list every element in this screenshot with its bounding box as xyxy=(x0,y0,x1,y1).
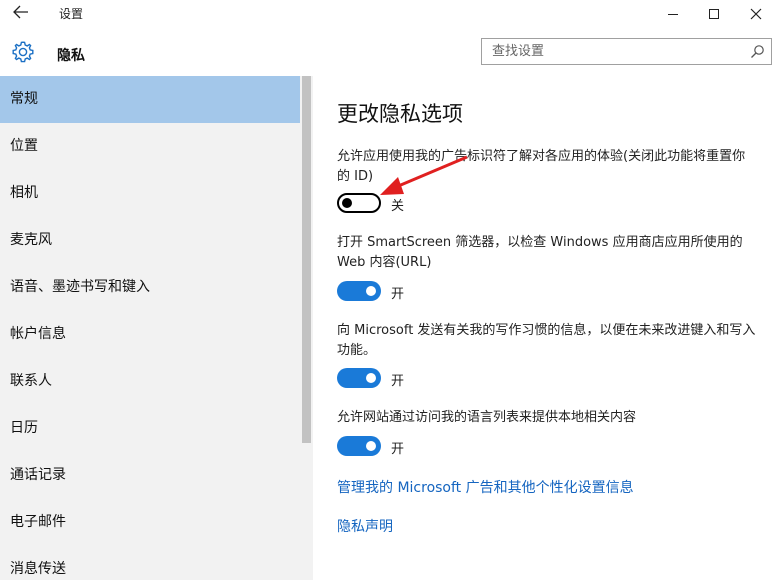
back-arrow-icon[interactable] xyxy=(8,2,34,26)
sidebar-item-messaging[interactable]: 消息传送 xyxy=(0,546,300,580)
minimize-icon[interactable] xyxy=(654,0,692,28)
advertising-id-toggle[interactable] xyxy=(337,193,381,213)
setting-advertising-id-label: 允许应用使用我的广告标识符了解对各应用的体验(关闭此功能将重置你的 ID) xyxy=(337,149,746,184)
close-icon[interactable] xyxy=(737,0,775,28)
search-icon[interactable] xyxy=(750,44,765,59)
page-title: 隐私 xyxy=(57,48,85,64)
writing-habits-toggle[interactable] xyxy=(337,368,381,388)
sidebar-item-speech-inking-typing[interactable]: 语音、墨迹书写和键入 xyxy=(0,264,300,311)
sidebar: 常规 位置 相机 麦克风 语音、墨迹书写和键入 帐户信息 联系人 日历 通话记录… xyxy=(0,76,313,580)
sidebar-item-calendar[interactable]: 日历 xyxy=(0,405,300,452)
language-list-toggle[interactable] xyxy=(337,436,381,456)
sidebar-item-account-info[interactable]: 帐户信息 xyxy=(0,311,300,358)
sidebar-item-general[interactable]: 常规 xyxy=(0,76,300,123)
search-input[interactable] xyxy=(482,39,742,64)
sidebar-item-camera[interactable]: 相机 xyxy=(0,170,300,217)
window-title: 设置 xyxy=(59,7,84,21)
sidebar-item-contacts[interactable]: 联系人 xyxy=(0,358,300,405)
title-bar: 设置 xyxy=(0,0,780,28)
writing-habits-state: 开 xyxy=(391,374,405,389)
setting-language-list-label: 允许网站通过访问我的语言列表来提供本地相关内容 xyxy=(337,410,637,425)
sidebar-item-microphone[interactable]: 麦克风 xyxy=(0,217,300,264)
gear-icon xyxy=(12,41,34,63)
smartscreen-toggle[interactable] xyxy=(337,281,381,301)
sidebar-item-location[interactable]: 位置 xyxy=(0,123,300,170)
setting-smartscreen-label: 打开 SmartScreen 筛选器，以检查 Windows 应用商店应用所使用… xyxy=(337,235,743,270)
setting-writing-habits-label: 向 Microsoft 发送有关我的写作习惯的信息，以便在未来改进键入和写入功能… xyxy=(337,323,756,358)
sidebar-item-email[interactable]: 电子邮件 xyxy=(0,499,300,546)
search-box[interactable] xyxy=(481,38,772,65)
maximize-icon[interactable] xyxy=(695,0,733,28)
main-content: 更改隐私选项 允许应用使用我的广告标识符了解对各应用的体验(关闭此功能将重置你的… xyxy=(313,76,780,580)
sidebar-item-call-history[interactable]: 通话记录 xyxy=(0,452,300,499)
privacy-statement-link[interactable]: 隐私声明 xyxy=(337,516,393,536)
advertising-id-state: 关 xyxy=(391,199,405,214)
smartscreen-state: 开 xyxy=(391,287,405,302)
page-header: 隐私 xyxy=(0,28,780,76)
section-title: 更改隐私选项 xyxy=(337,102,463,126)
sidebar-scroll-thumb[interactable] xyxy=(302,76,311,443)
language-list-state: 开 xyxy=(391,442,405,457)
manage-ads-link[interactable]: 管理我的 Microsoft 广告和其他个性化设置信息 xyxy=(337,477,634,497)
